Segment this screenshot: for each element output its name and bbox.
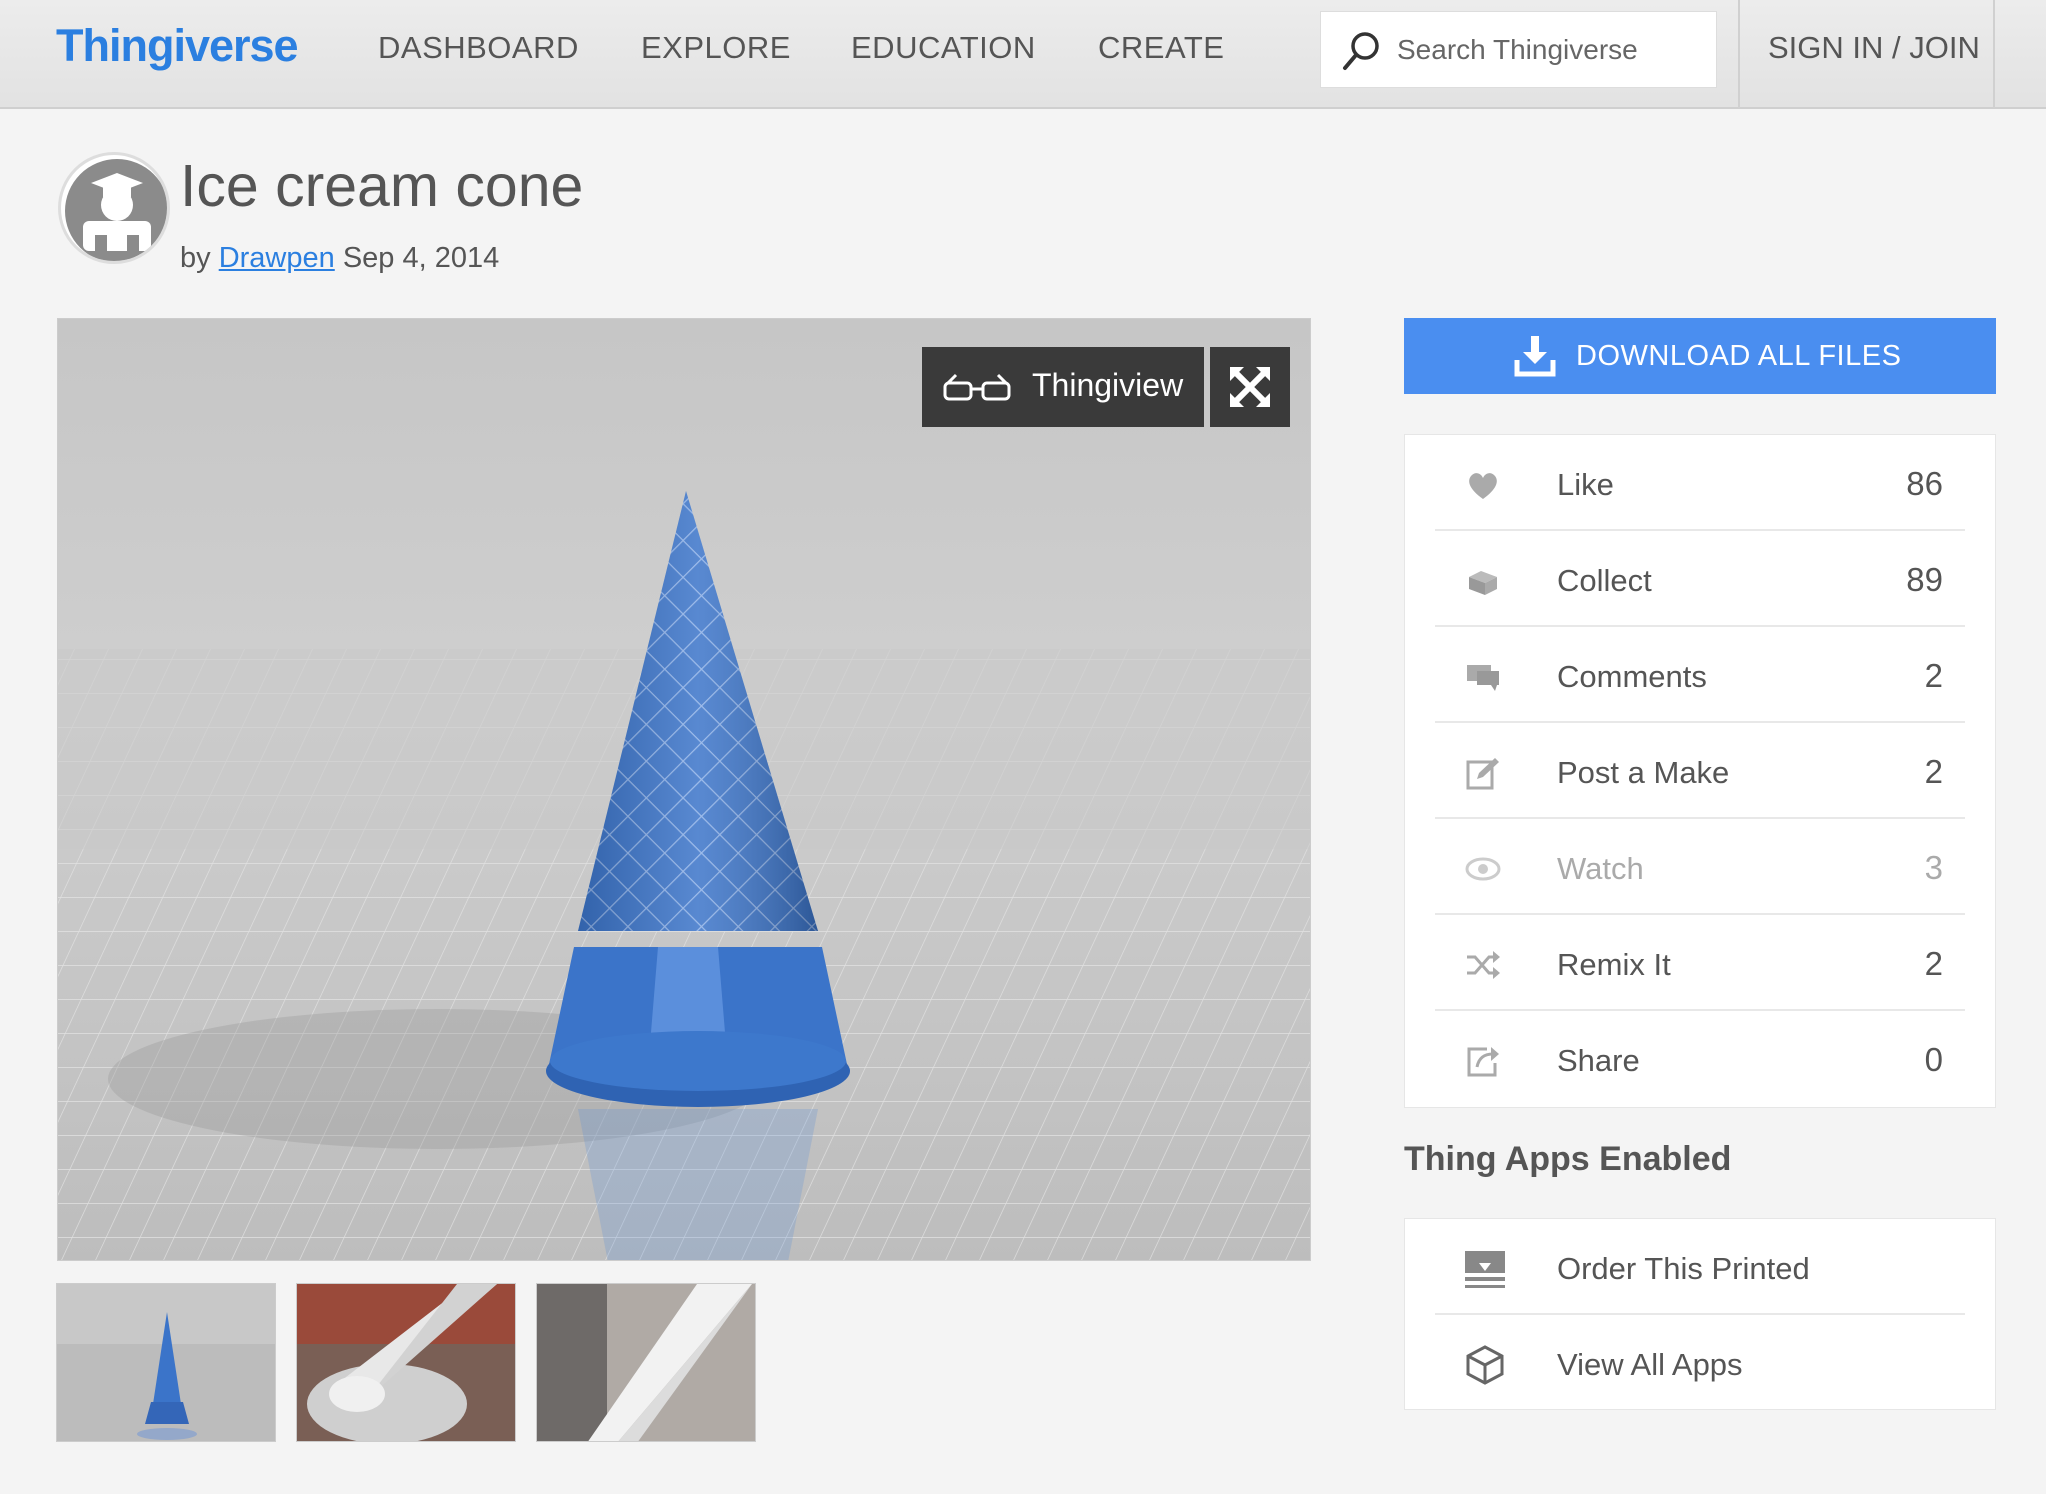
like-action[interactable]: Like 86 — [1435, 435, 1965, 531]
shuffle-icon — [1467, 951, 1500, 979]
search-placeholder: Search Thingiverse — [1397, 34, 1638, 65]
collect-count: 89 — [1906, 561, 1943, 598]
glasses-icon — [943, 373, 1011, 401]
share-label: Share — [1557, 1043, 1640, 1078]
thumbnail-1[interactable] — [56, 1283, 276, 1442]
heart-icon — [1469, 473, 1497, 499]
edit-icon — [1466, 758, 1499, 790]
comment-icon — [1467, 665, 1499, 691]
nav-dashboard[interactable]: DASHBOARD — [378, 30, 579, 66]
thumbnail-2[interactable] — [296, 1283, 516, 1442]
printer-icon — [1465, 1251, 1505, 1288]
nav-education[interactable]: EDUCATION — [851, 30, 1036, 66]
comments-action[interactable]: Comments 2 — [1435, 627, 1965, 723]
download-label: DOWNLOAD ALL FILES — [1576, 340, 1902, 372]
top-navigation-bar: Thingiverse DASHBOARD EXPLORE EDUCATION … — [0, 0, 2046, 109]
collect-label: Collect — [1557, 563, 1652, 598]
collect-action[interactable]: Collect 89 — [1435, 531, 1965, 627]
byline: by Drawpen Sep 4, 2014 — [180, 242, 499, 275]
order-this-printed-label: Order This Printed — [1557, 1251, 1810, 1286]
expand-icon — [1230, 367, 1270, 407]
watch-count: 3 — [1924, 849, 1943, 886]
share-icon — [1467, 1047, 1499, 1077]
nav-explore[interactable]: EXPLORE — [641, 30, 791, 66]
sign-in-label: SIGN IN / JOIN — [1768, 30, 1980, 65]
download-all-files-button[interactable]: DOWNLOAD ALL FILES — [1404, 318, 1996, 394]
post-a-make-action[interactable]: Post a Make 2 — [1435, 723, 1965, 819]
thumbnail-photo-image — [297, 1284, 515, 1441]
thing-actions-panel: Like 86 Collect 89 Comments 2 Post a Mak… — [1404, 434, 1996, 1108]
thumbnail-render-image — [57, 1284, 275, 1441]
sign-in-join-button[interactable]: SIGN IN / JOIN — [1738, 0, 1995, 108]
eye-icon — [1465, 857, 1501, 881]
comments-count: 2 — [1924, 657, 1943, 694]
collect-icon — [1469, 571, 1497, 595]
nav-create[interactable]: CREATE — [1098, 30, 1224, 66]
remix-it-action[interactable]: Remix It 2 — [1435, 915, 1965, 1011]
remix-it-label: Remix It — [1557, 947, 1671, 982]
view-all-apps-link[interactable]: View All Apps — [1435, 1315, 1965, 1411]
page-title: Ice cream cone — [180, 153, 584, 219]
share-action[interactable]: Share 0 — [1435, 1011, 1965, 1107]
cube-icon — [1466, 1345, 1504, 1385]
view-all-apps-label: View All Apps — [1557, 1347, 1743, 1382]
search-icon — [1343, 32, 1379, 70]
thingiview-label: Thingiview — [1032, 367, 1184, 403]
model-render-image — [58, 319, 1310, 1260]
author-link[interactable]: Drawpen — [219, 242, 335, 274]
download-icon — [1514, 336, 1556, 377]
thing-apps-heading: Thing Apps Enabled — [1404, 1140, 1732, 1178]
thingiverse-logo[interactable]: Thingiverse — [56, 20, 299, 72]
thingiview-button[interactable]: Thingiview — [922, 347, 1204, 427]
order-this-printed-link[interactable]: Order This Printed — [1435, 1219, 1965, 1315]
share-count: 0 — [1924, 1041, 1943, 1078]
search-input[interactable]: Search Thingiverse — [1320, 11, 1717, 88]
comments-label: Comments — [1557, 659, 1707, 694]
publish-date: Sep 4, 2014 — [342, 242, 500, 274]
byline-prefix: by — [180, 242, 211, 274]
avatar[interactable] — [58, 152, 170, 264]
user-avatar-icon — [65, 159, 167, 261]
post-a-make-count: 2 — [1924, 753, 1943, 790]
fullscreen-button[interactable] — [1210, 347, 1290, 427]
watch-label: Watch — [1557, 851, 1644, 886]
like-label: Like — [1557, 467, 1614, 502]
thumbnail-photo-image — [537, 1284, 755, 1441]
like-count: 86 — [1906, 465, 1943, 502]
model-viewer[interactable]: Thingiview — [57, 318, 1311, 1261]
watch-action[interactable]: Watch 3 — [1435, 819, 1965, 915]
remix-it-count: 2 — [1924, 945, 1943, 982]
post-a-make-label: Post a Make — [1557, 755, 1730, 790]
thing-apps-panel: Order This Printed View All Apps — [1404, 1218, 1996, 1410]
thumbnail-3[interactable] — [536, 1283, 756, 1442]
